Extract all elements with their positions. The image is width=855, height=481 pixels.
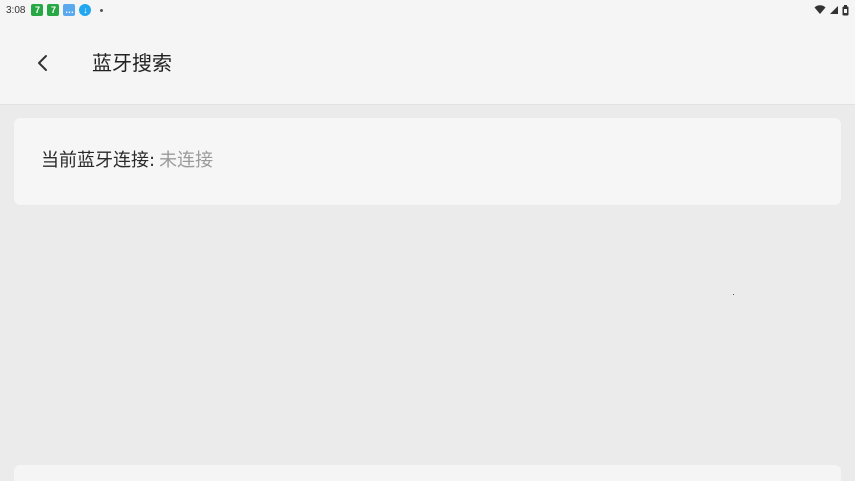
app-bar: 蓝牙搜索: [0, 20, 855, 105]
device-list-card: [14, 465, 841, 481]
status-bar: 3:08 7 7 … ↓: [0, 0, 855, 20]
battery-icon: [842, 4, 849, 15]
wifi-icon: [814, 5, 826, 14]
connection-value: 未连接: [159, 150, 214, 171]
status-time: 3:08: [6, 4, 26, 16]
back-button[interactable]: [28, 48, 58, 78]
cellular-signal-icon: [830, 6, 838, 14]
page-title: 蓝牙搜索: [92, 51, 172, 75]
bluetooth-connection-card: 当前蓝牙连接: 未连接: [14, 118, 841, 205]
app-7-icon: 7: [47, 4, 60, 16]
connection-label: 当前蓝牙连接:: [41, 150, 156, 171]
more-notifications-dot: [100, 8, 104, 12]
screen: 3:08 7 7 … ↓ 蓝牙搜索 当前蓝牙连接: 未连接: [0, 0, 855, 481]
bluetooth-connection-status: 当前蓝牙连接: 未连接: [41, 149, 213, 173]
app-7-icon: 7: [31, 4, 44, 16]
status-bar-left: 3:08 7 7 … ↓: [6, 4, 104, 16]
chevron-left-icon: [38, 55, 47, 71]
decorative-speck: [733, 294, 734, 295]
chat-app-icon: …: [63, 4, 76, 16]
download-icon: ↓: [79, 4, 92, 16]
status-bar-right: [814, 4, 849, 16]
